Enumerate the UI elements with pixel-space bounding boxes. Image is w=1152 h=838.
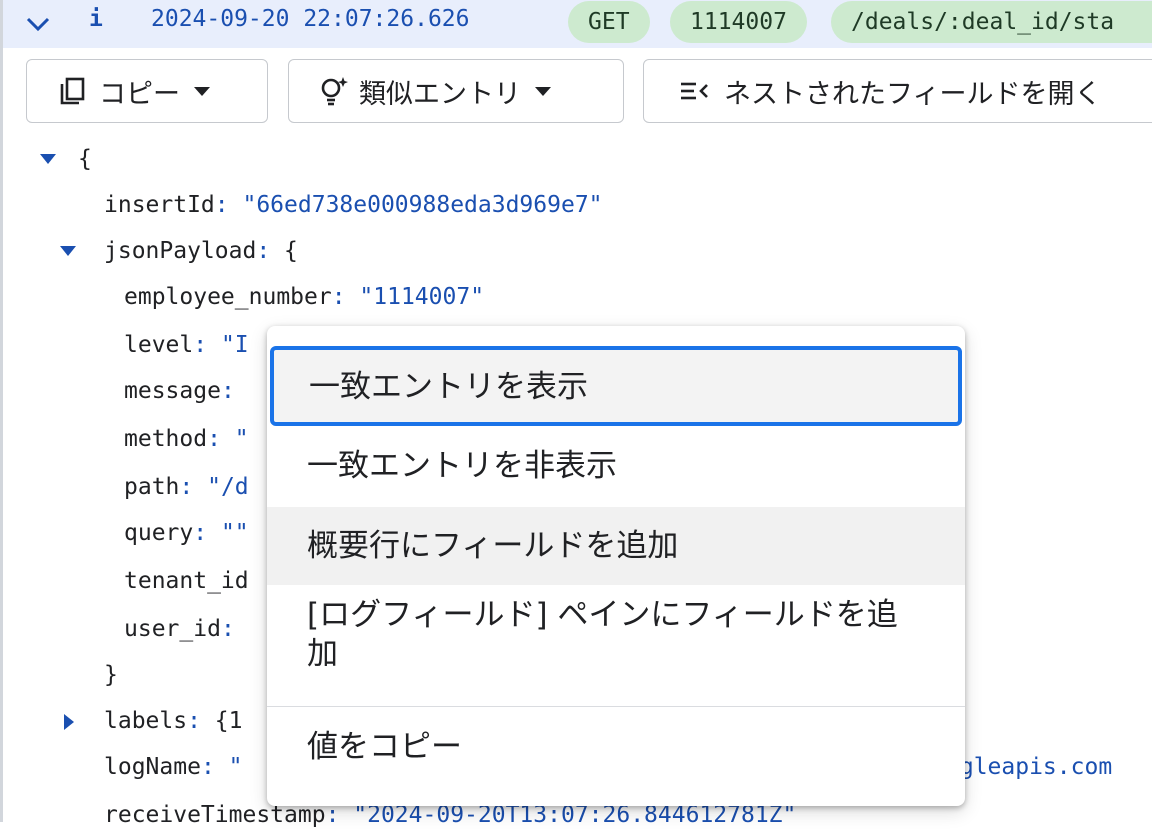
field-value[interactable]: " — [229, 754, 243, 780]
field-context-menu: 一致エントリを表示 一致エントリを非表示 概要行にフィールドを追加 [ログフィー… — [267, 326, 965, 806]
field-key: message — [124, 378, 221, 404]
tree-row-message[interactable]: message: — [124, 368, 235, 414]
caret-down-icon — [194, 86, 210, 96]
field-value: {1 — [214, 708, 243, 734]
field-key: path — [124, 474, 180, 500]
field-value[interactable]: "I — [221, 332, 249, 358]
tree-row-labels[interactable]: labels: {1 — [104, 698, 243, 744]
tree-row-level[interactable]: level: "I — [124, 322, 249, 368]
copy-button[interactable]: コピー — [26, 59, 268, 123]
severity-info-icon: i — [89, 6, 103, 32]
menu-divider — [267, 706, 965, 707]
caret-down-icon — [535, 86, 551, 96]
field-key: tenant_id — [124, 568, 249, 594]
field-key: insertId — [104, 192, 215, 218]
expand-list-icon — [681, 82, 708, 100]
root-open-brace: { — [78, 146, 92, 172]
tree-row-tenant_id[interactable]: tenant_id — [124, 558, 249, 604]
timestamp: 2024-09-20 22:07:26.626 — [151, 6, 470, 32]
field-value[interactable]: "" — [221, 520, 249, 546]
method-chip[interactable]: GET — [568, 1, 650, 43]
triangle-right-icon[interactable] — [64, 714, 74, 730]
menu-item-copy-value[interactable]: 値をコピー — [267, 708, 965, 786]
lightbulb-sparkle-icon — [321, 77, 348, 106]
field-key: employee_number — [124, 284, 332, 310]
field-value[interactable]: "1114007" — [359, 284, 484, 310]
menu-item-hide-matching[interactable]: 一致エントリを非表示 — [267, 426, 965, 506]
similar-entries-button[interactable]: 類似エントリ — [288, 59, 624, 123]
log-entry-header[interactable]: i 2024-09-20 22:07:26.626 GET 1114007 /d… — [3, 0, 1152, 48]
field-key: level — [124, 332, 194, 358]
jsonPayload-close-brace: } — [104, 662, 118, 688]
similar-label: 類似エントリ — [359, 78, 521, 110]
triangle-down-icon[interactable] — [40, 154, 56, 164]
menu-item-add-to-log-fields-pane[interactable]: [ログフィールド] ペインにフィールドを追加 — [267, 588, 965, 706]
tree-row-method[interactable]: method: " — [124, 416, 249, 462]
field-value[interactable]: "/d — [207, 474, 249, 500]
employee-chip[interactable]: 1114007 — [670, 1, 807, 43]
path-chip[interactable]: /deals/:deal_id/sta — [831, 1, 1152, 43]
field-key: jsonPayload — [104, 238, 257, 264]
tree-row-logName[interactable]: logName: " — [104, 744, 243, 790]
tree-row-employee_number[interactable]: employee_number: "1114007" — [124, 274, 484, 320]
copy-label: コピー — [99, 78, 180, 110]
menu-item-add-to-summary[interactable]: 概要行にフィールドを追加 — [267, 507, 965, 585]
chevron-down-icon[interactable] — [23, 10, 53, 38]
tree-row-insertId[interactable]: insertId: "66ed738e000988eda3d969e7" — [104, 182, 603, 228]
field-key: query — [124, 520, 194, 546]
triangle-down-icon[interactable] — [60, 246, 76, 256]
tree-row-jsonPayload[interactable]: jsonPayload: { — [104, 228, 298, 274]
field-value[interactable]: "66ed738e000988eda3d969e7" — [242, 192, 602, 218]
copy-icon — [60, 77, 85, 105]
logName-value-tail[interactable]: ogleapis.com — [946, 744, 1112, 790]
entry-toolbar: コピー 類似エントリ ネストされたフィールドを開く — [0, 48, 1152, 136]
expand-nested-button[interactable]: ネストされたフィールドを開く — [643, 59, 1152, 123]
tree-row-user_id[interactable]: user_id: — [124, 606, 235, 652]
tree-row-path[interactable]: path: "/d — [124, 464, 249, 510]
field-key: method — [124, 426, 208, 452]
menu-item-show-matching[interactable]: 一致エントリを表示 — [270, 346, 962, 426]
expand-label: ネストされたフィールドを開く — [724, 78, 1102, 110]
tree-row-query[interactable]: query: "" — [124, 510, 249, 556]
field-key: logName — [104, 754, 201, 780]
field-key: user_id — [124, 616, 221, 642]
field-key: labels — [104, 708, 188, 734]
field-value[interactable]: " — [235, 426, 249, 452]
